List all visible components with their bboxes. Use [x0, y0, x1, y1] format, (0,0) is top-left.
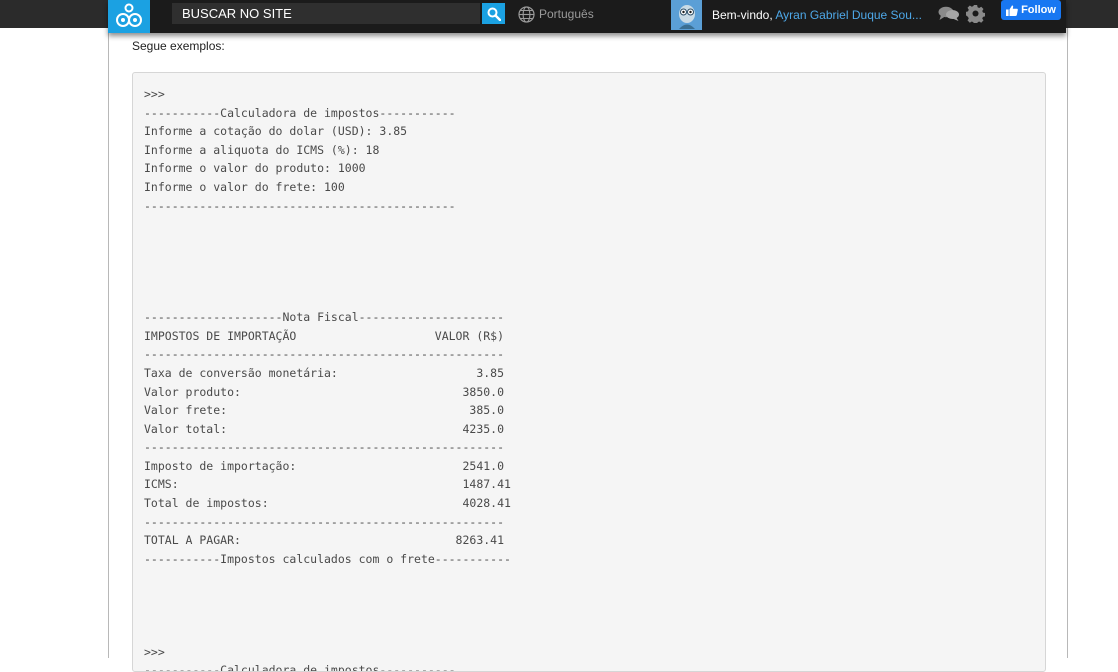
code-line: Total de impostos: 4028.41 — [144, 496, 511, 511]
follow-label: Follow — [1021, 4, 1056, 16]
code-output: >>> -----------Calculadora de impostos--… — [133, 73, 1045, 672]
gear-icon — [965, 4, 986, 25]
code-line: --------------------Nota Fiscal---------… — [144, 310, 505, 325]
code-line: Valor produto: 3850.0 — [144, 384, 505, 399]
code-block: >>> -----------Calculadora de impostos--… — [132, 72, 1046, 672]
code-line: Informe o valor do frete: 100 — [144, 179, 345, 194]
code-line: -----------Calculadora de impostos------… — [144, 105, 456, 120]
code-line: Taxa de conversão monetária: 3.85 — [144, 365, 505, 380]
code-line: ----------------------------------------… — [144, 514, 505, 529]
language-selector[interactable]: Português — [518, 5, 594, 23]
code-line: ----------------------------------------… — [144, 347, 505, 362]
messages-button[interactable] — [938, 6, 960, 27]
code-line: Valor frete: 385.0 — [144, 403, 505, 418]
code-line: ICMS: 1487.41 — [144, 477, 511, 492]
code-line: -----------Impostos calculados com o fre… — [144, 551, 511, 566]
code-line: ----------------------------------------… — [144, 198, 456, 213]
search-button[interactable] — [482, 3, 505, 24]
top-navigation-bar: Português Bem-vindo, Ayran Gabriel Duque… — [108, 0, 1066, 33]
code-line: Informe a cotação do dolar (USD): 3.85 — [144, 124, 408, 139]
code-line: Valor total: 4235.0 — [144, 421, 505, 436]
code-line: TOTAL A PAGAR: 8263.41 — [144, 533, 505, 548]
language-label: Português — [539, 7, 594, 21]
avatar[interactable] — [671, 0, 702, 30]
logo-icon — [116, 3, 142, 27]
code-line: >>> — [144, 644, 165, 659]
code-line: -----------Calculadora de impostos------… — [144, 663, 456, 672]
chat-bubbles-icon — [938, 6, 959, 21]
code-line: >>> — [144, 87, 165, 101]
code-line: Imposto de importação: 2541.0 — [144, 458, 505, 473]
code-line: Informe a aliquota do ICMS (%): 18 — [144, 142, 380, 157]
settings-button[interactable] — [965, 4, 986, 28]
welcome-label: Bem-vindo, — [712, 8, 773, 22]
user-avatar-icon — [678, 5, 695, 29]
code-line: ----------------------------------------… — [144, 440, 505, 455]
user-name-link[interactable]: Ayran Gabriel Duque Sou... — [775, 8, 922, 22]
site-logo[interactable] — [108, 0, 150, 33]
code-line: IMPOSTOS DE IMPORTAÇÃO VALOR (R$) — [144, 328, 505, 343]
thumbs-up-icon — [1006, 4, 1018, 16]
intro-text: Segue exemplos: — [132, 39, 225, 53]
search-icon — [487, 7, 501, 21]
facebook-follow-button[interactable]: Follow — [1001, 0, 1061, 20]
main-content-panel: Segue exemplos: >>> -----------Calculado… — [108, 28, 1068, 672]
code-line: Informe o valor do produto: 1000 — [144, 161, 366, 176]
search-input[interactable] — [172, 3, 480, 24]
globe-icon — [518, 5, 535, 23]
welcome-message: Bem-vindo, Ayran Gabriel Duque Sou... — [712, 8, 922, 22]
